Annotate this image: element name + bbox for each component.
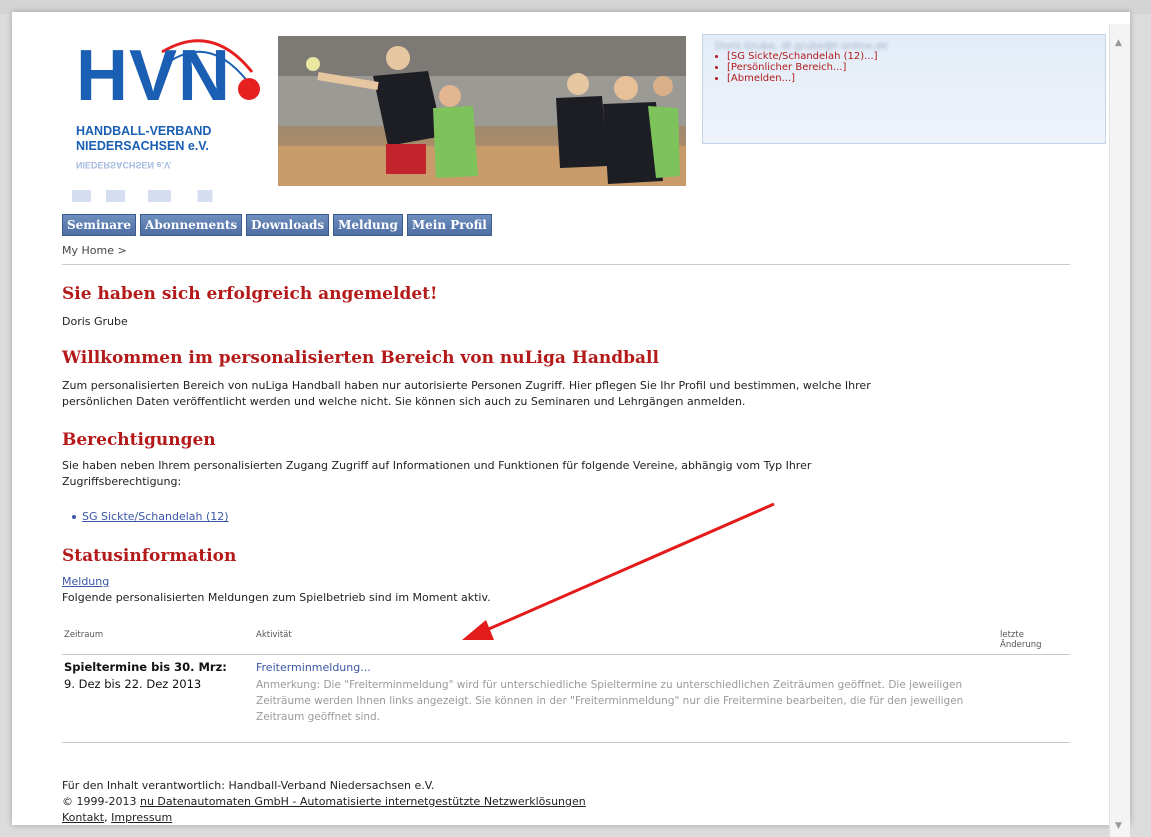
header-divider	[62, 264, 1070, 265]
period-range: 9. Dez bis 22. Dez 2013	[64, 677, 202, 691]
breadcrumb[interactable]: My Home >	[62, 244, 127, 257]
footer-responsible: Für den Inhalt verantwortlich: Handball-…	[62, 779, 435, 792]
period-title-text: Spieltermine bis 30. Mrz:	[64, 660, 227, 674]
nav-downloads[interactable]: Downloads	[246, 214, 330, 236]
permissions-text: Sie haben neben Ihrem personalisierten Z…	[62, 458, 1062, 490]
column-header-activity: Aktivität	[256, 630, 292, 640]
user-menu-logout-link[interactable]: [Abmelden...]	[727, 73, 795, 84]
table-header-divider	[62, 654, 1070, 655]
user-menu-personal-link[interactable]: [Persönlicher Bereich...]	[727, 62, 846, 73]
footer-links: Kontakt, Impressum	[62, 811, 173, 824]
user-menu-club-link[interactable]: [SG Sickte/Schandelah (12)...]	[727, 51, 878, 62]
column-header-period: Zeitraum	[64, 630, 104, 640]
scroll-down-icon[interactable]: ▼	[1115, 821, 1122, 831]
logo-organization-name: HANDBALL-VERBAND NIEDERSACHSEN e.V.	[76, 124, 256, 154]
user-menu-item-logout[interactable]: [Abmelden...]	[727, 73, 878, 84]
table-bottom-divider	[62, 742, 1070, 743]
main-navigation: Seminare Abonnements Downloads Meldung M…	[62, 214, 492, 236]
user-menu-list: [SG Sickte/Schandelah (12)...] [Persönli…	[709, 51, 878, 84]
status-heading: Statusinformation	[62, 546, 237, 566]
annotation-arrow-icon	[462, 502, 775, 640]
nav-seminare[interactable]: Seminare	[62, 214, 137, 236]
logo-line-2: NIEDERSACHSEN e.V.	[76, 139, 209, 153]
user-menu-box: Doris Grube, dt.grube@t-online.de [SG Si…	[702, 34, 1106, 144]
footer-copyright-year: © 1999-2013	[62, 795, 137, 808]
nav-abonnements[interactable]: Abonnements	[140, 214, 243, 236]
handball-icon	[238, 78, 260, 100]
footer-imprint-link[interactable]: Impressum	[111, 811, 172, 824]
status-meldung-block: Meldung Folgende personalisierten Meldun…	[62, 574, 491, 606]
handball-players-image	[278, 36, 686, 186]
logo-abbreviation: HVN	[76, 36, 232, 116]
user-menu-item-personal[interactable]: [Persönlicher Bereich...]	[727, 62, 878, 73]
column-header-changed: letzte Änderung	[1000, 630, 1042, 650]
footer-copyright: © 1999-2013 nu Datenautomaten GmbH - Aut…	[62, 794, 586, 810]
hvn-logo[interactable]: HVN HANDBALL-VERBAND NIEDERSACHSEN e.V. …	[62, 32, 262, 202]
column-header-changed-line-2: Änderung	[1000, 640, 1042, 650]
activity-note: Anmerkung: Die "Freiterminmeldung" wird …	[256, 679, 964, 723]
permissions-text-line-1: Sie haben neben Ihrem personalisierten Z…	[62, 459, 812, 472]
meldung-link[interactable]: Meldung	[62, 575, 109, 588]
footer: Für den Inhalt verantwortlich: Handball-…	[62, 778, 586, 826]
club-list-item: SG Sickte/Schandelah (12)	[72, 510, 229, 523]
status-description: Folgende personalisierten Meldungen zum …	[62, 591, 491, 604]
club-link[interactable]: SG Sickte/Schandelah (12)	[82, 510, 229, 523]
nav-meldung[interactable]: Meldung	[333, 214, 403, 236]
welcome-text-line-2: persönlichen Daten veröffentlicht werden…	[62, 395, 746, 408]
user-menu-item-club[interactable]: [SG Sickte/Schandelah (12)...]	[727, 51, 878, 62]
activity-cell: Freiterminmeldung...	[256, 660, 371, 676]
vertical-scrollbar[interactable]: ▲ ▼	[1109, 24, 1130, 837]
welcome-heading: Willkommen im personalisierten Bereich v…	[62, 348, 659, 368]
logo-reflection-fade	[72, 190, 262, 202]
welcome-text-line-1: Zum personalisierten Bereich von nuLiga …	[62, 379, 871, 392]
header-photo	[278, 36, 686, 186]
browser-viewport: ▲ ▼ HVN HANDBALL-VERBAND NIEDERSACHSEN e…	[12, 12, 1130, 837]
footer-copyright-link[interactable]: nu Datenautomaten GmbH - Automatisierte …	[140, 795, 586, 808]
permissions-text-line-2: Zugriffsberechtigung:	[62, 475, 182, 488]
welcome-text: Zum personalisierten Bereich von nuLiga …	[62, 378, 1062, 410]
period-title: Spieltermine bis 30. Mrz:	[64, 660, 227, 674]
bullet-icon	[72, 515, 76, 519]
footer-contact-link[interactable]: Kontakt	[62, 811, 104, 824]
permissions-heading: Berechtigungen	[62, 430, 216, 450]
scroll-up-icon[interactable]: ▲	[1115, 38, 1122, 48]
logo-line-1: HANDBALL-VERBAND	[76, 124, 212, 138]
column-header-changed-line-1: letzte	[1000, 630, 1024, 640]
logo-reflection: NIEDERSACHSEN e.V.	[76, 160, 172, 170]
success-heading: Sie haben sich erfolgreich angemeldet!	[62, 284, 438, 304]
logged-in-user-name: Doris Grube	[62, 315, 128, 328]
nav-mein-profil[interactable]: Mein Profil	[406, 214, 492, 236]
freiterminmeldung-link[interactable]: Freiterminmeldung...	[256, 661, 371, 674]
